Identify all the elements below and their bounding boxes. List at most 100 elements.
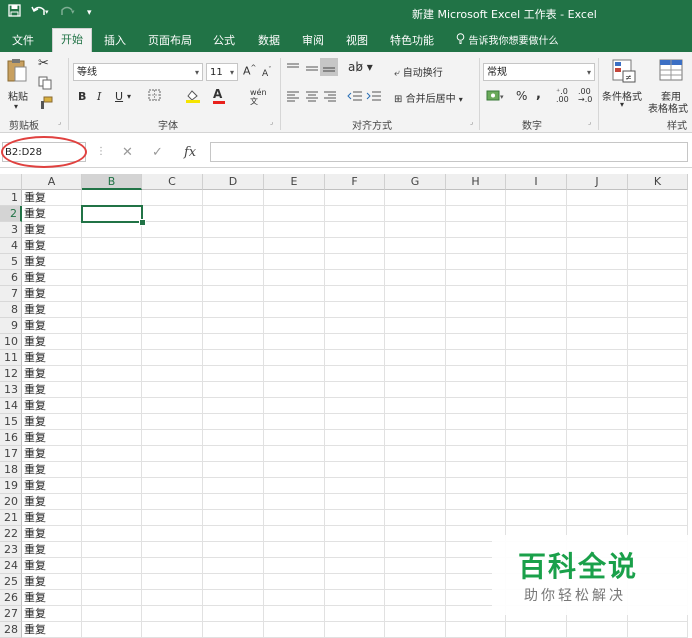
cell-b18[interactable] [82, 462, 142, 478]
cell-d28[interactable] [203, 622, 264, 638]
cell-d9[interactable] [203, 318, 264, 334]
cell-f12[interactable] [325, 366, 385, 382]
cell-f17[interactable] [325, 446, 385, 462]
cell-g20[interactable] [385, 494, 446, 510]
font-size-dropdown[interactable]: 11 ▾ [206, 63, 238, 81]
underline-button[interactable]: U [115, 90, 123, 103]
cell-a16[interactable]: 重复 [22, 430, 82, 446]
phonetic-icon[interactable]: wén 文 [250, 88, 267, 106]
cell-a5[interactable]: 重复 [22, 254, 82, 270]
undo-icon[interactable]: ▾ [31, 4, 49, 21]
cell-f6[interactable] [325, 270, 385, 286]
cell-g12[interactable] [385, 366, 446, 382]
save-icon[interactable] [8, 4, 21, 21]
cell-f20[interactable] [325, 494, 385, 510]
cell-a8[interactable]: 重复 [22, 302, 82, 318]
cell-j20[interactable] [567, 494, 628, 510]
cell-j11[interactable] [567, 350, 628, 366]
cell-g24[interactable] [385, 558, 446, 574]
cell-e7[interactable] [264, 286, 325, 302]
cell-d2[interactable] [203, 206, 264, 222]
column-header-g[interactable]: G [385, 174, 446, 190]
cell-a2[interactable]: 重复 [22, 206, 82, 222]
cell-b20[interactable] [82, 494, 142, 510]
cell-j21[interactable] [567, 510, 628, 526]
cell-i14[interactable] [506, 398, 567, 414]
cell-f27[interactable] [325, 606, 385, 622]
cell-e21[interactable] [264, 510, 325, 526]
cell-d18[interactable] [203, 462, 264, 478]
tab-special[interactable]: 特色功能 [390, 32, 434, 48]
cell-f15[interactable] [325, 414, 385, 430]
bold-button[interactable]: B [78, 90, 86, 103]
align-top-icon[interactable] [286, 62, 300, 77]
tab-page-layout[interactable]: 页面布局 [148, 32, 192, 48]
cell-b27[interactable] [82, 606, 142, 622]
cell-f24[interactable] [325, 558, 385, 574]
cell-a9[interactable]: 重复 [22, 318, 82, 334]
row-header-23[interactable]: 23 [0, 542, 22, 558]
row-header-3[interactable]: 3 [0, 222, 22, 238]
cell-h28[interactable] [446, 622, 506, 638]
cell-b12[interactable] [82, 366, 142, 382]
cell-h15[interactable] [446, 414, 506, 430]
cell-j28[interactable] [567, 622, 628, 638]
row-header-21[interactable]: 21 [0, 510, 22, 526]
cell-c25[interactable] [142, 574, 203, 590]
cell-j14[interactable] [567, 398, 628, 414]
cell-e28[interactable] [264, 622, 325, 638]
cell-g17[interactable] [385, 446, 446, 462]
cell-g19[interactable] [385, 478, 446, 494]
cell-f4[interactable] [325, 238, 385, 254]
cell-g16[interactable] [385, 430, 446, 446]
cell-c20[interactable] [142, 494, 203, 510]
cell-k9[interactable] [628, 318, 688, 334]
cell-h19[interactable] [446, 478, 506, 494]
row-header-17[interactable]: 17 [0, 446, 22, 462]
paste-button[interactable]: 粘贴 ▾ [6, 58, 32, 111]
cell-b15[interactable] [82, 414, 142, 430]
cell-k14[interactable] [628, 398, 688, 414]
cell-c28[interactable] [142, 622, 203, 638]
cell-e6[interactable] [264, 270, 325, 286]
row-header-9[interactable]: 9 [0, 318, 22, 334]
cell-j6[interactable] [567, 270, 628, 286]
cell-c10[interactable] [142, 334, 203, 350]
cell-b8[interactable] [82, 302, 142, 318]
cell-f8[interactable] [325, 302, 385, 318]
cell-i17[interactable] [506, 446, 567, 462]
cell-i20[interactable] [506, 494, 567, 510]
row-header-18[interactable]: 18 [0, 462, 22, 478]
cell-e14[interactable] [264, 398, 325, 414]
cell-f19[interactable] [325, 478, 385, 494]
redo-icon[interactable]: ▾ [59, 4, 77, 21]
cell-b21[interactable] [82, 510, 142, 526]
cell-b5[interactable] [82, 254, 142, 270]
cell-c15[interactable] [142, 414, 203, 430]
cell-i3[interactable] [506, 222, 567, 238]
increase-decimal-icon[interactable]: ⁺.0.00 [556, 88, 569, 104]
cell-j18[interactable] [567, 462, 628, 478]
cell-d5[interactable] [203, 254, 264, 270]
cell-d15[interactable] [203, 414, 264, 430]
cell-d23[interactable] [203, 542, 264, 558]
cell-k13[interactable] [628, 382, 688, 398]
column-header-f[interactable]: F [325, 174, 385, 190]
cell-e22[interactable] [264, 526, 325, 542]
tab-review[interactable]: 审阅 [302, 32, 324, 48]
cell-h3[interactable] [446, 222, 506, 238]
cell-j9[interactable] [567, 318, 628, 334]
cell-j12[interactable] [567, 366, 628, 382]
cell-b14[interactable] [82, 398, 142, 414]
cell-k11[interactable] [628, 350, 688, 366]
cell-b17[interactable] [82, 446, 142, 462]
cell-c16[interactable] [142, 430, 203, 446]
cell-k28[interactable] [628, 622, 688, 638]
row-header-4[interactable]: 4 [0, 238, 22, 254]
cell-d6[interactable] [203, 270, 264, 286]
fill-color-icon[interactable] [185, 89, 201, 106]
cell-e26[interactable] [264, 590, 325, 606]
decrease-indent-icon[interactable] [347, 90, 363, 105]
cell-f23[interactable] [325, 542, 385, 558]
tab-data[interactable]: 数据 [258, 32, 280, 48]
